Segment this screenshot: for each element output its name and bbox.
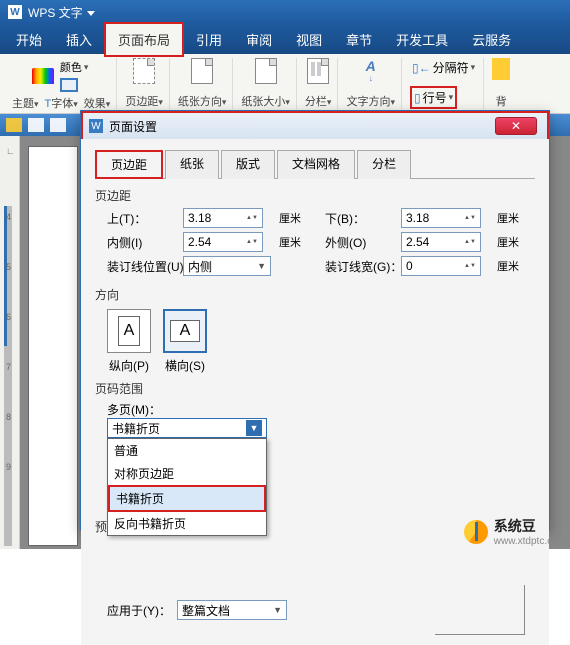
landscape-icon: A bbox=[163, 309, 207, 353]
watermark-icon bbox=[464, 520, 488, 544]
tab-view[interactable]: 视图 bbox=[284, 24, 334, 55]
dlg-tab-layout[interactable]: 版式 bbox=[221, 150, 275, 179]
apply-label: 应用于(Y)： bbox=[107, 602, 171, 619]
effect-label[interactable]: 效果▾ bbox=[84, 95, 111, 111]
dlg-tab-paper[interactable]: 纸张 bbox=[165, 150, 219, 179]
dialog-titlebar: W 页面设置 ✕ bbox=[81, 111, 549, 139]
ribbon-size[interactable]: 纸张大小▾ bbox=[235, 58, 297, 109]
top-input[interactable]: 3.18▲▼ bbox=[183, 208, 263, 228]
theme-color-icon[interactable] bbox=[32, 68, 54, 84]
spinner-icon[interactable]: ▲▼ bbox=[464, 215, 476, 221]
ruler-corner-icon: ∟ bbox=[6, 146, 15, 156]
dlg-tab-grid[interactable]: 文档网格 bbox=[277, 150, 355, 179]
ribbon-breaks-lineno: ▯←分隔符▾ ▯行号▾ bbox=[404, 58, 484, 109]
chevron-down-icon: ▼ bbox=[257, 261, 266, 271]
chevron-down-icon[interactable]: ▼ bbox=[246, 420, 262, 436]
orientation-icon bbox=[191, 58, 213, 84]
qb-save-icon[interactable] bbox=[28, 118, 44, 132]
app-title: WPS 文字 bbox=[28, 4, 83, 21]
dialog-logo-icon: W bbox=[89, 119, 103, 133]
size-icon bbox=[255, 58, 277, 84]
multi-page-combo[interactable]: 书籍折页 ▼ bbox=[107, 418, 267, 438]
inside-label: 内侧(I) bbox=[107, 234, 177, 251]
apply-combo[interactable]: 整篇文档▼ bbox=[177, 600, 287, 620]
spinner-icon[interactable]: ▲▼ bbox=[246, 215, 258, 221]
qb-new-icon[interactable] bbox=[6, 118, 22, 132]
ribbon-orientation[interactable]: 纸张方向▾ bbox=[172, 58, 234, 109]
titlebar: W WPS 文字 bbox=[0, 0, 570, 24]
font-label[interactable]: T字体▾ bbox=[45, 95, 78, 111]
ribbon-background[interactable]: 背 bbox=[486, 58, 516, 109]
tab-chapter[interactable]: 章节 bbox=[334, 24, 384, 55]
theme-shape[interactable] bbox=[58, 77, 91, 93]
margins-section-label: 页边距 bbox=[95, 187, 535, 204]
background-icon bbox=[492, 58, 510, 80]
orient-section-label: 方向 bbox=[95, 286, 535, 303]
spinner-icon[interactable]: ▲▼ bbox=[464, 263, 476, 269]
multi-label: 多页(M)： bbox=[107, 401, 535, 418]
gutter-width-input[interactable]: 0▲▼ bbox=[401, 256, 481, 276]
preview-box bbox=[435, 585, 525, 635]
top-label: 上(T)： bbox=[107, 210, 177, 227]
tab-references[interactable]: 引用 bbox=[184, 24, 234, 55]
ribbon-margins[interactable]: 页边距▾ bbox=[119, 58, 170, 109]
theme-label[interactable]: 主题▾ bbox=[12, 95, 39, 111]
inside-input[interactable]: 2.54▲▼ bbox=[183, 232, 263, 252]
watermark-brand: 系统豆 bbox=[494, 516, 566, 536]
portrait-icon: A bbox=[107, 309, 151, 353]
close-button[interactable]: ✕ bbox=[495, 117, 537, 135]
unit-label[interactable]: 厘米 bbox=[279, 210, 319, 226]
multi-page-dropdown: 普通 对称页边距 书籍折页 反向书籍折页 bbox=[107, 438, 267, 536]
dialog-tabs: 页边距 纸张 版式 文档网格 分栏 bbox=[95, 149, 535, 179]
ribbon-text-direction[interactable]: A↓ 文字方向▾ bbox=[340, 58, 402, 109]
opt-book-fold[interactable]: 书籍折页 bbox=[108, 485, 266, 512]
app-logo: W bbox=[8, 5, 22, 19]
outside-input[interactable]: 2.54▲▼ bbox=[401, 232, 481, 252]
opt-mirror[interactable]: 对称页边距 bbox=[108, 462, 266, 485]
gutter-pos-label: 装订线位置(U)： bbox=[107, 258, 177, 275]
color-dropdown[interactable]: 颜色▾ bbox=[58, 58, 91, 76]
tab-start[interactable]: 开始 bbox=[4, 24, 54, 55]
tab-review[interactable]: 审阅 bbox=[234, 24, 284, 55]
document-page[interactable] bbox=[28, 146, 78, 546]
bottom-input[interactable]: 3.18▲▼ bbox=[401, 208, 481, 228]
title-dropdown-icon[interactable] bbox=[87, 5, 95, 19]
watermark: 系统豆 www.xtdptc.com bbox=[464, 516, 566, 547]
opt-normal[interactable]: 普通 bbox=[108, 439, 266, 462]
gutter-pos-combo[interactable]: 内侧▼ bbox=[183, 256, 271, 276]
spinner-icon[interactable]: ▲▼ bbox=[246, 239, 258, 245]
margins-icon bbox=[133, 58, 155, 84]
outside-label: 外侧(O) bbox=[325, 234, 395, 251]
ribbon-theme-group: 颜色▾ 主题▾ T字体▾ 效果▾ bbox=[6, 58, 117, 109]
columns-icon bbox=[307, 58, 329, 84]
page-setup-dialog: W 页面设置 ✕ 页边距 纸张 版式 文档网格 分栏 页边距 上(T)： 3.1… bbox=[80, 110, 550, 530]
spinner-icon[interactable]: ▲▼ bbox=[464, 239, 476, 245]
dlg-tab-columns[interactable]: 分栏 bbox=[357, 150, 411, 179]
range-section-label: 页码范围 bbox=[95, 380, 535, 397]
ribbon-columns[interactable]: 分栏▾ bbox=[299, 58, 339, 109]
tab-page-layout[interactable]: 页面布局 bbox=[104, 22, 184, 57]
portrait-option[interactable]: A 纵向(P) bbox=[107, 309, 151, 374]
breaks-dropdown[interactable]: ▯←分隔符▾ bbox=[410, 58, 477, 77]
opt-reverse-book-fold[interactable]: 反向书籍折页 bbox=[108, 512, 266, 535]
watermark-url: www.xtdptc.com bbox=[494, 536, 566, 547]
text-dir-icon: A↓ bbox=[361, 58, 381, 80]
qb-print-icon[interactable] bbox=[50, 118, 66, 132]
ribbon: 颜色▾ 主题▾ T字体▾ 效果▾ 页边距▾ 纸张方向▾ 纸张大小▾ 分栏▾ A↓… bbox=[0, 54, 570, 114]
tab-devtools[interactable]: 开发工具 bbox=[384, 24, 460, 55]
chevron-down-icon: ▼ bbox=[273, 605, 282, 615]
tab-cloud[interactable]: 云服务 bbox=[460, 24, 523, 55]
dialog-title: 页面设置 bbox=[109, 118, 157, 135]
dlg-tab-margins[interactable]: 页边距 bbox=[95, 150, 163, 179]
bottom-label: 下(B)： bbox=[325, 210, 395, 227]
tab-insert[interactable]: 插入 bbox=[54, 24, 104, 55]
landscape-option[interactable]: A 横向(S) bbox=[163, 309, 207, 374]
gutter-width-label: 装订线宽(G)： bbox=[325, 258, 395, 275]
vertical-ruler: ∟ 4 5 6 7 8 9 bbox=[0, 136, 20, 549]
line-number-dropdown[interactable]: ▯行号▾ bbox=[410, 86, 457, 109]
main-tabs: 开始 插入 页面布局 引用 审阅 视图 章节 开发工具 云服务 bbox=[0, 24, 570, 54]
